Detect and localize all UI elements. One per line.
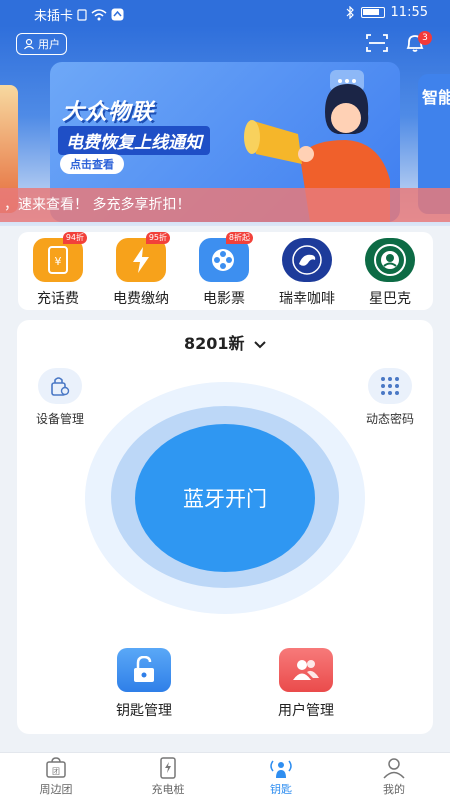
svg-text:团: 团: [52, 767, 60, 776]
tab-profile[interactable]: 我的: [359, 757, 429, 797]
clock: 11:55: [390, 5, 428, 20]
bluetooth-icon: [346, 6, 354, 19]
tab-charging-pile[interactable]: 充电桩: [133, 757, 203, 797]
key-management-label: 钥匙管理: [116, 703, 172, 719]
key-signal-icon: [270, 760, 292, 778]
tab-keys[interactable]: 钥匙: [246, 757, 316, 797]
shortcut-label: 充话费: [37, 291, 79, 307]
banner-subtitle: 电费恢复上线通知: [58, 126, 210, 155]
users-icon: [279, 648, 333, 692]
tab-label: 充电桩: [151, 783, 185, 796]
device-settings-icon: [38, 368, 82, 404]
banner-title: 大众物联: [62, 100, 155, 125]
phone-topup-icon: ¥ 94折: [33, 232, 87, 282]
tab-label: 我的: [383, 783, 405, 796]
chevron-down-icon: [254, 341, 266, 349]
announcement-text: ，速来查看！ 多充多享折扣！: [4, 197, 191, 213]
profile-icon: [383, 758, 405, 779]
shortcut-label: 星巴克: [369, 291, 411, 307]
shortcut-badge: 8折起: [225, 232, 253, 244]
shortcut-phone-topup[interactable]: ¥ 94折 充话费: [18, 232, 98, 308]
carrier-label: 未插卡: [34, 9, 74, 24]
bottom-tab-bar: 团 周边团 充电桩 钥匙 我的: [0, 752, 450, 800]
svg-text:¥: ¥: [55, 255, 62, 268]
shortcut-label: 电费缴纳: [113, 291, 169, 307]
tab-nearby-groups[interactable]: 团 周边团: [21, 757, 91, 797]
keypad-icon: [368, 368, 412, 404]
starbucks-logo-icon: [365, 238, 415, 282]
luckin-logo-icon: [282, 238, 332, 282]
sim-icon: [77, 8, 87, 21]
battery-icon: [360, 7, 385, 18]
door-card: 8201新 设备管理 动态密码 蓝牙开门 钥匙管理 用户管理: [17, 320, 433, 734]
bluetooth-open-door-button[interactable]: 蓝牙开门: [135, 424, 315, 572]
shortcut-label: 电影票: [203, 291, 245, 307]
banner-view-button[interactable]: 点击查看: [60, 154, 124, 174]
shop-bag-icon: 团: [46, 757, 66, 778]
user-switch-button[interactable]: 用户: [16, 33, 67, 55]
film-reel-icon: 8折起: [199, 232, 253, 282]
scan-icon[interactable]: [366, 34, 388, 52]
top-bar: 用户 3: [0, 26, 450, 62]
charging-pile-icon: [160, 757, 176, 779]
user-management-label: 用户管理: [278, 703, 334, 719]
notification-button[interactable]: 3: [404, 31, 432, 56]
shortcut-badge: 95折: [145, 232, 170, 244]
shortcut-label: 瑞幸咖啡: [279, 291, 335, 307]
device-management-label: 设备管理: [35, 412, 84, 426]
shortcut-card: ¥ 94折 充话费 95折 电费缴纳 8折起 电影票 瑞幸咖啡 星巴克: [18, 232, 433, 310]
device-name: 8201新: [183, 334, 245, 353]
user-management-button[interactable]: 用户管理: [251, 648, 361, 720]
device-management-button[interactable]: 设备管理: [20, 368, 100, 427]
shortcut-badge: 94折: [62, 232, 87, 244]
notification-badge: 3: [418, 31, 432, 45]
status-bar: 未插卡 11:55: [0, 0, 450, 26]
tab-label: 钥匙: [270, 783, 292, 796]
user-switch-label: 用户: [38, 38, 60, 51]
dynamic-password-label: 动态密码: [365, 412, 414, 426]
unlock-icon: [117, 648, 171, 692]
shortcut-starbucks[interactable]: 星巴克: [350, 238, 430, 308]
device-selector[interactable]: 8201新: [17, 330, 433, 354]
announcement-marquee[interactable]: ，速来查看！ 多充多享折扣！: [0, 188, 450, 222]
shortcut-movie[interactable]: 8折起 电影票: [184, 232, 264, 308]
banner-next-title: 智能: [422, 88, 450, 107]
key-management-button[interactable]: 钥匙管理: [89, 648, 199, 720]
tab-label: 周边团: [39, 783, 73, 796]
dynamic-password-button[interactable]: 动态密码: [350, 368, 430, 427]
user-icon: [24, 38, 34, 50]
shortcut-luckin[interactable]: 瑞幸咖啡: [267, 238, 347, 308]
shortcut-electricity[interactable]: 95折 电费缴纳: [101, 232, 181, 308]
wifi-icon: [91, 8, 107, 20]
lightning-icon: 95折: [116, 232, 170, 282]
open-door-label: 蓝牙开门: [183, 487, 267, 511]
cloud-icon: [111, 8, 124, 21]
